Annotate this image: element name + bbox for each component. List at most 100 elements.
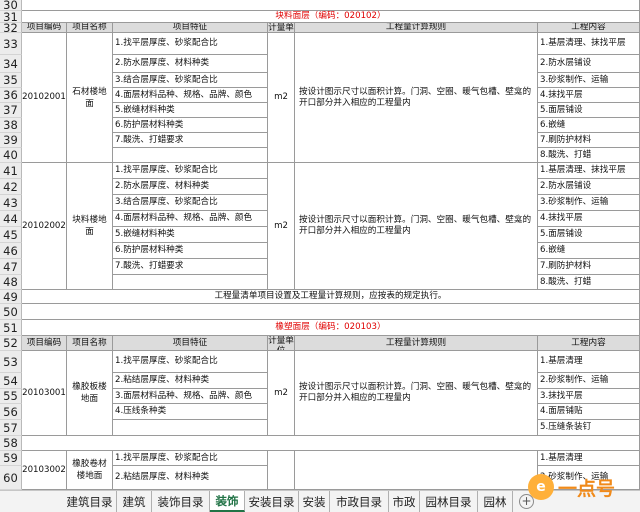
feature-cell[interactable]: 7.酸洗、打蜡要求 — [113, 133, 268, 148]
content-cell[interactable]: 4.抹找平层 — [538, 211, 640, 227]
section2-header-code: 项目编码 — [22, 336, 67, 351]
sheet-tab[interactable]: 装饰目录 — [152, 491, 210, 512]
content-cell[interactable]: 7.刷防护材料 — [538, 259, 640, 275]
row-header[interactable]: 46 — [0, 243, 22, 259]
feature-cell[interactable]: 7.酸洗、打蜡要求 — [113, 259, 268, 275]
sheet-tab[interactable]: 建筑 — [117, 491, 152, 512]
sheet-tab[interactable]: 园林目录 — [420, 491, 478, 512]
row-header[interactable]: 35 — [0, 73, 22, 88]
row-header[interactable]: 60 — [0, 466, 22, 490]
content-cell[interactable]: 5.压缝条装钉 — [538, 420, 640, 436]
content-cell[interactable]: 1.基层清理、抹找平层 — [538, 163, 640, 179]
feature-cell[interactable]: 1.找平层厚度、砂浆配合比 — [113, 33, 268, 55]
row-header[interactable]: 57 — [0, 420, 22, 436]
sheet-tab[interactable]: 装饰 — [210, 491, 245, 512]
feature-cell[interactable]: 2.粘结层厚度、材料种类 — [113, 373, 268, 389]
row-header[interactable]: 41 — [0, 163, 22, 179]
content-cell[interactable]: 5.面层铺设 — [538, 103, 640, 118]
row-header[interactable]: 50 — [0, 304, 22, 320]
sheet-tab[interactable]: 建筑目录 — [63, 491, 117, 512]
feature-cell[interactable] — [113, 420, 268, 436]
content-cell[interactable]: 2.防水层铺设 — [538, 55, 640, 73]
spreadsheet-grid[interactable]: 30 31 32 33 34 35 36 37 38 39 40 41 42 43 44 45 46 47 48 49… — [0, 0, 640, 490]
row-header[interactable]: 32 — [0, 21, 22, 35]
row-header[interactable]: 52 — [0, 336, 22, 351]
feature-cell[interactable]: 3.结合层厚度、砂浆配合比 — [113, 195, 268, 211]
blank-row[interactable] — [22, 0, 640, 11]
feature-cell[interactable] — [113, 148, 268, 163]
feature-cell[interactable]: 1.找平层厚度、砂浆配合比 — [113, 163, 268, 179]
row-header[interactable]: 59 — [0, 451, 22, 466]
feature-cell[interactable]: 3.面层材料品种、规格、品牌、颜色 — [113, 389, 268, 404]
watermark: e 一点号 — [528, 470, 638, 504]
sheet-tab[interactable]: 安装 — [299, 491, 330, 512]
content-cell[interactable]: 3.砂浆制作、运输 — [538, 195, 640, 211]
watermark-logo: e — [528, 474, 554, 500]
content-cell[interactable]: 1.基层清理 — [538, 351, 640, 373]
row-header[interactable]: 38 — [0, 118, 22, 133]
row-header[interactable]: 44 — [0, 211, 22, 227]
feature-cell[interactable]: 5.嵌缝材料种类 — [113, 103, 268, 118]
item-name: 橡胶卷材楼地面 — [67, 451, 113, 490]
feature-cell[interactable]: 4.面层材料品种、规格、品牌、颜色 — [113, 211, 268, 227]
watermark-text: 一点号 — [558, 477, 616, 500]
content-cell[interactable]: 4.抹找平层 — [538, 88, 640, 103]
item-rule-empty — [295, 451, 538, 490]
content-cell[interactable]: 6.嵌缝 — [538, 243, 640, 259]
content-cell[interactable]: 2.砂浆制作、运输 — [538, 373, 640, 389]
feature-cell[interactable] — [113, 275, 268, 290]
feature-cell[interactable]: 1.找平层厚度、砂浆配合比 — [113, 451, 268, 466]
feature-cell[interactable]: 6.防护层材料种类 — [113, 118, 268, 133]
item-name: 石材楼地面 — [67, 33, 113, 163]
row-header[interactable]: 54 — [0, 373, 22, 389]
content-cell[interactable]: 5.面层铺设 — [538, 227, 640, 243]
row-header[interactable]: 43 — [0, 195, 22, 211]
content-cell[interactable]: 6.嵌缝 — [538, 118, 640, 133]
feature-cell[interactable]: 2.粘结层厚度、材料种类 — [113, 466, 268, 490]
row-header[interactable]: 51 — [0, 320, 22, 336]
row-header[interactable]: 42 — [0, 179, 22, 195]
content-cell[interactable]: 1.基层清理 — [538, 451, 640, 466]
row-header[interactable]: 40 — [0, 148, 22, 163]
feature-cell[interactable]: 5.嵌缝材料种类 — [113, 227, 268, 243]
row-header[interactable]: 37 — [0, 103, 22, 118]
content-cell[interactable]: 3.抹找平层 — [538, 389, 640, 404]
feature-cell[interactable]: 4.面层材料品种、规格、品牌、颜色 — [113, 88, 268, 103]
row-header[interactable]: 53 — [0, 351, 22, 373]
section-title: 橡塑面层（编码：020103） — [22, 320, 640, 336]
row-header[interactable]: 58 — [0, 436, 22, 451]
row-header[interactable]: 45 — [0, 227, 22, 243]
content-cell[interactable]: 8.酸洗、打蜡 — [538, 275, 640, 290]
row-header[interactable]: 33 — [0, 33, 22, 55]
feature-cell[interactable]: 2.防水层厚度、材料种类 — [113, 55, 268, 73]
sheet-tab[interactable]: 园林 — [478, 491, 513, 512]
row-header[interactable]: 49 — [0, 290, 22, 304]
feature-cell[interactable]: 1.找平层厚度、砂浆配合比 — [113, 351, 268, 373]
row-header[interactable]: 48 — [0, 275, 22, 290]
row-header[interactable]: 55 — [0, 389, 22, 404]
content-cell[interactable]: 7.刷防护材料 — [538, 133, 640, 148]
sheet-tab[interactable]: 市政 — [389, 491, 420, 512]
content-cell[interactable]: 1.基层清理、抹找平层 — [538, 33, 640, 55]
row-header[interactable]: 47 — [0, 259, 22, 275]
section2-header-features: 项目特征 — [113, 336, 268, 351]
sheet-tab[interactable]: 市政目录 — [330, 491, 389, 512]
content-cell[interactable]: 4.面层铺贴 — [538, 404, 640, 420]
row-header[interactable]: 56 — [0, 404, 22, 420]
item-code: 20102001 — [22, 33, 67, 163]
feature-cell[interactable]: 2.防水层厚度、材料种类 — [113, 179, 268, 195]
row-header[interactable]: 39 — [0, 133, 22, 148]
content-cell[interactable]: 8.酸洗、打蜡 — [538, 148, 640, 163]
row-header[interactable]: 36 — [0, 88, 22, 103]
feature-cell[interactable]: 4.压线条种类 — [113, 404, 268, 420]
feature-cell[interactable]: 6.防护层材料种类 — [113, 243, 268, 259]
blank-row[interactable] — [22, 304, 640, 320]
content-cell[interactable]: 3.砂浆制作、运输 — [538, 73, 640, 88]
sheet-tab[interactable]: 安装目录 — [245, 491, 299, 512]
content-cell[interactable]: 2.防水层铺设 — [538, 179, 640, 195]
header-name: 项目名称 — [67, 23, 113, 33]
row-header[interactable]: 34 — [0, 55, 22, 73]
feature-cell[interactable]: 3.结合层厚度、砂浆配合比 — [113, 73, 268, 88]
item-unit-empty — [268, 451, 295, 490]
blank-row[interactable] — [22, 436, 640, 451]
